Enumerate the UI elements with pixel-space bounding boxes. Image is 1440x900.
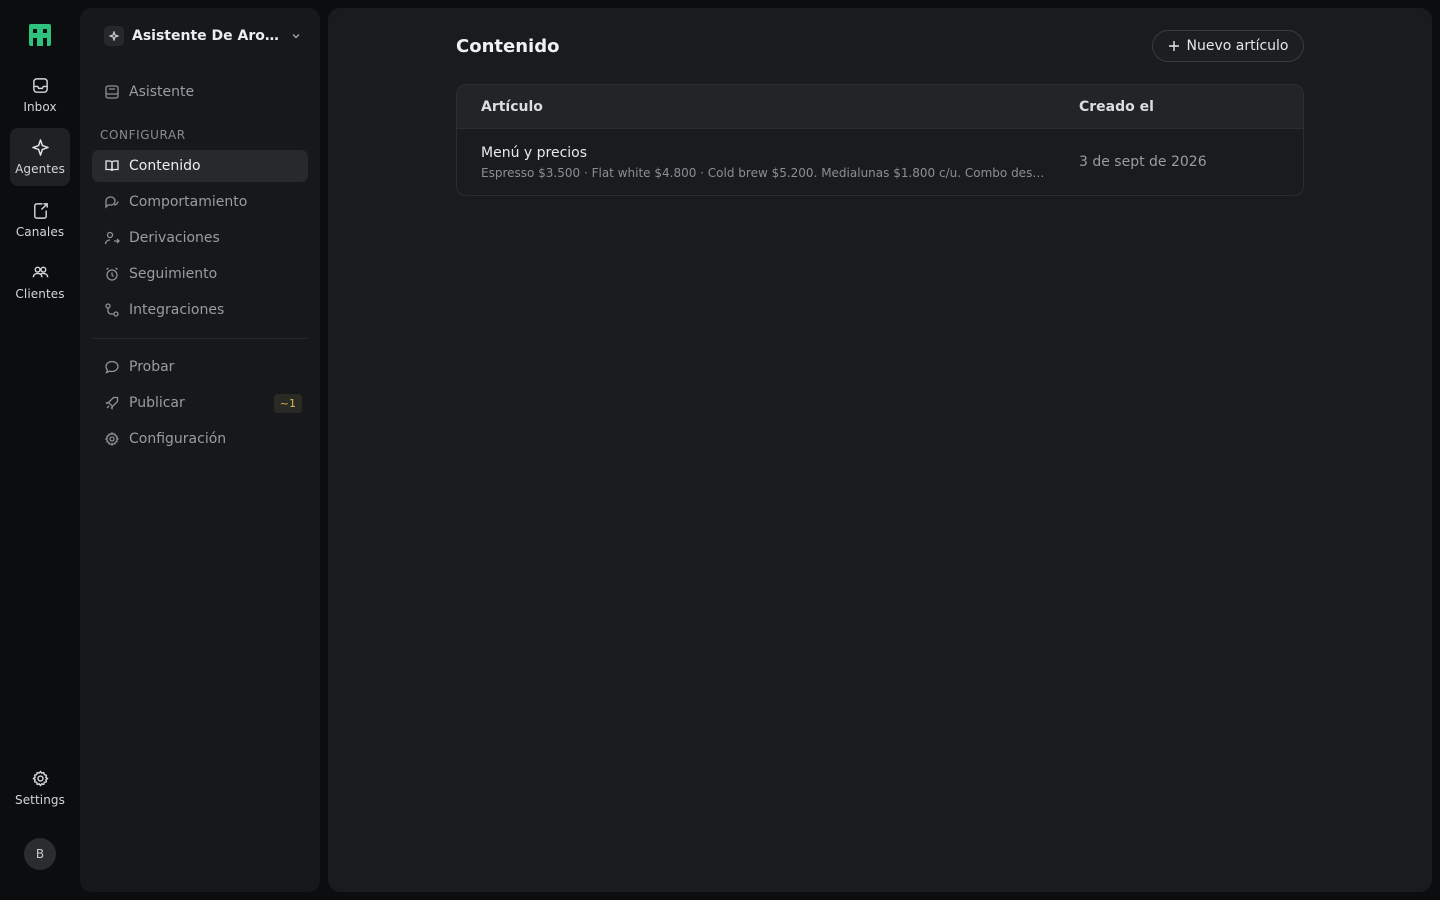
main-panel: Contenido Nuevo artículo Artículo Creado… — [328, 8, 1432, 892]
test-chat-icon — [105, 360, 119, 374]
chat-bubbles-icon — [105, 196, 119, 209]
articles-table: Artículo Creado el Menú y precios Espres… — [456, 84, 1304, 196]
primary-rail: Inbox Agentes Canales Clientes Settings … — [0, 0, 80, 900]
sidebar-item-comportamiento[interactable]: Comportamiento — [92, 186, 308, 218]
sidebar-item-label: Publicar — [129, 395, 185, 411]
rail-item-agentes[interactable]: Agentes — [10, 128, 70, 186]
sidebar-item-label: Contenido — [129, 158, 201, 174]
sidebar-item-label: Integraciones — [129, 302, 225, 318]
rocket-icon — [105, 396, 119, 410]
sidebar-item-seguimiento[interactable]: Seguimiento — [92, 258, 308, 290]
agent-sidebar: Asistente De Aromas Asistente CONFIGURAR… — [80, 8, 320, 892]
integration-icon — [105, 303, 119, 317]
article-title: Menú y precios — [481, 144, 588, 161]
sidebar-item-label: Probar — [129, 359, 175, 375]
pending-changes-badge: ~1 — [273, 394, 302, 413]
new-article-button[interactable]: Nuevo artículo — [1152, 30, 1304, 62]
sidebar-item-probar[interactable]: Probar — [92, 351, 308, 383]
plus-icon — [1168, 41, 1179, 51]
chevron-down-icon — [292, 34, 300, 39]
user-avatar[interactable]: B — [24, 838, 56, 870]
rail-label-inbox: Inbox — [23, 100, 57, 114]
sidebar-item-publicar[interactable]: Publicar ~1 — [92, 387, 308, 419]
assistant-icon — [105, 85, 119, 99]
sidebar-item-label: Asistente — [129, 84, 195, 100]
agent-icon — [104, 26, 124, 46]
article-snippet: Espresso $3.500 · Flat white $4.800 · Co… — [481, 165, 1051, 180]
sidebar-item-integraciones[interactable]: Integraciones — [92, 294, 308, 326]
rail-label-agentes: Agentes — [15, 162, 65, 176]
column-header-articulo[interactable]: Artículo — [457, 99, 1055, 115]
page-title: Contenido — [456, 36, 560, 57]
sidebar-item-label: Comportamiento — [129, 194, 248, 210]
rail-item-canales[interactable]: Canales — [10, 191, 70, 249]
sidebar-item-label: Configuración — [129, 431, 227, 447]
new-article-label: Nuevo artículo — [1186, 38, 1289, 54]
agent-name: Asistente De Aromas — [132, 28, 280, 44]
rail-label-canales: Canales — [15, 225, 65, 239]
sidebar-item-derivaciones[interactable]: Derivaciones — [92, 222, 308, 254]
article-created-date: 3 de sept de 2026 — [1079, 154, 1207, 170]
agent-selector[interactable]: Asistente De Aromas — [92, 22, 308, 50]
sparkle-icon — [31, 139, 49, 156]
sidebar-item-contenido[interactable]: Contenido — [92, 150, 308, 182]
sidebar-item-label: Seguimiento — [129, 266, 218, 282]
users-icon — [32, 266, 48, 278]
table-header: Artículo Creado el — [457, 85, 1303, 129]
inbox-icon — [32, 78, 48, 93]
alarm-clock-icon — [106, 267, 118, 281]
rail-item-settings[interactable]: Settings — [10, 759, 70, 817]
rail-label-settings: Settings — [14, 793, 66, 807]
rail-item-inbox[interactable]: Inbox — [10, 66, 70, 124]
brand-logo-icon[interactable] — [29, 24, 51, 46]
book-icon — [105, 160, 119, 172]
article-cell: Menú y precios Espresso $3.500 · Flat wh… — [457, 145, 1055, 180]
sidebar-item-asistente[interactable]: Asistente — [92, 76, 308, 108]
rail-item-clientes[interactable]: Clientes — [10, 253, 70, 311]
sidebar-divider — [92, 338, 308, 339]
sidebar-item-configuracion[interactable]: Configuración — [92, 423, 308, 455]
app-root: Inbox Agentes Canales Clientes Settings … — [0, 0, 1440, 900]
table-row[interactable]: Menú y precios Espresso $3.500 · Flat wh… — [457, 129, 1303, 195]
section-label-configurar: CONFIGURAR — [100, 128, 186, 142]
rail-label-clientes: Clientes — [15, 287, 65, 301]
gear-icon — [32, 770, 48, 787]
user-transfer-icon — [104, 231, 120, 245]
column-header-creado[interactable]: Creado el — [1055, 99, 1154, 115]
sidebar-item-label: Derivaciones — [129, 230, 220, 246]
gear-icon — [105, 432, 119, 446]
channel-icon — [33, 203, 48, 219]
